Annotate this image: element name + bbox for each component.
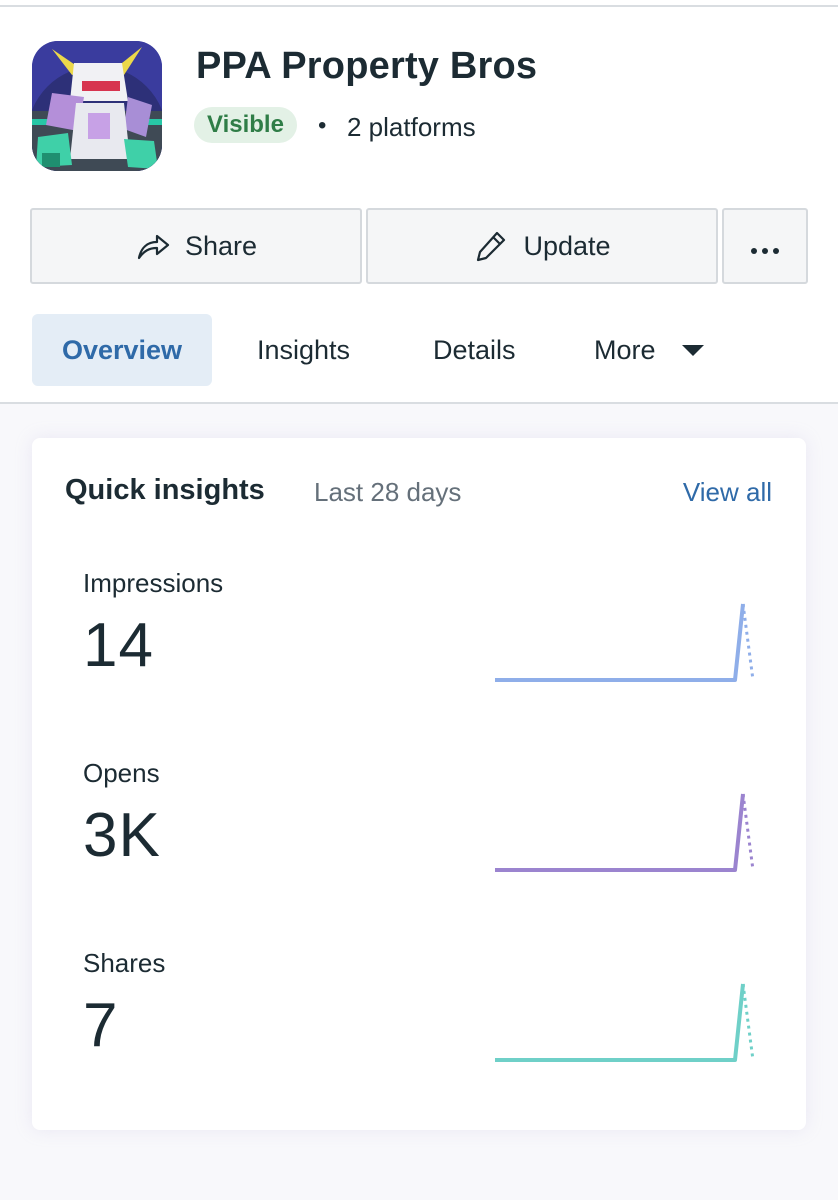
status-badge: Visible — [194, 107, 297, 143]
tab-more[interactable]: More — [594, 314, 704, 386]
share-label: Share — [184, 230, 258, 261]
impressions-sparkline — [495, 603, 755, 682]
metric-label: Shares — [83, 948, 166, 978]
sparkline-solid — [495, 603, 745, 682]
more-actions-button[interactable] — [722, 208, 808, 284]
update-button[interactable]: Update — [366, 208, 718, 284]
sparkline-solid — [495, 793, 745, 872]
app-title: PPA Property Bros — [196, 45, 538, 87]
sparkline-projection — [741, 983, 755, 1061]
metric-value: 14 — [83, 611, 154, 680]
metric-value: 3K — [83, 801, 161, 870]
metric-shares: Shares 7 — [83, 948, 783, 1118]
opens-sparkline — [495, 793, 755, 872]
ellipsis-icon — [750, 231, 780, 262]
platforms-count: 2 platforms — [347, 112, 476, 142]
card-title: Quick insights — [65, 474, 265, 506]
app-header: PPA Property Bros Visible • 2 platforms … — [0, 7, 838, 404]
metric-opens: Opens 3K — [83, 758, 783, 928]
caret-down-icon — [681, 344, 704, 356]
tab-overview[interactable]: Overview — [32, 314, 212, 386]
pencil-icon — [473, 228, 509, 264]
separator-dot: • — [318, 112, 327, 139]
share-button[interactable]: Share — [30, 208, 362, 284]
date-range: Last 28 days — [314, 477, 462, 507]
robot-mech-game-icon — [32, 41, 162, 171]
sparkline-projection — [741, 603, 755, 681]
metric-label: Opens — [83, 758, 160, 788]
metric-label: Impressions — [83, 568, 224, 598]
update-label: Update — [523, 230, 611, 261]
metric-value: 7 — [83, 991, 119, 1060]
shares-sparkline — [495, 983, 755, 1062]
tab-details[interactable]: Details — [433, 314, 516, 386]
quick-insights-card: Quick insights Last 28 days View all Imp… — [32, 438, 806, 1130]
share-arrow-icon — [135, 228, 171, 264]
metric-impressions: Impressions 14 — [83, 568, 783, 738]
tab-more-label: More — [594, 335, 656, 365]
sparkline-solid — [495, 983, 745, 1062]
sparkline-projection — [741, 793, 755, 871]
view-all-link[interactable]: View all — [683, 477, 772, 508]
tab-insights[interactable]: Insights — [257, 314, 350, 386]
